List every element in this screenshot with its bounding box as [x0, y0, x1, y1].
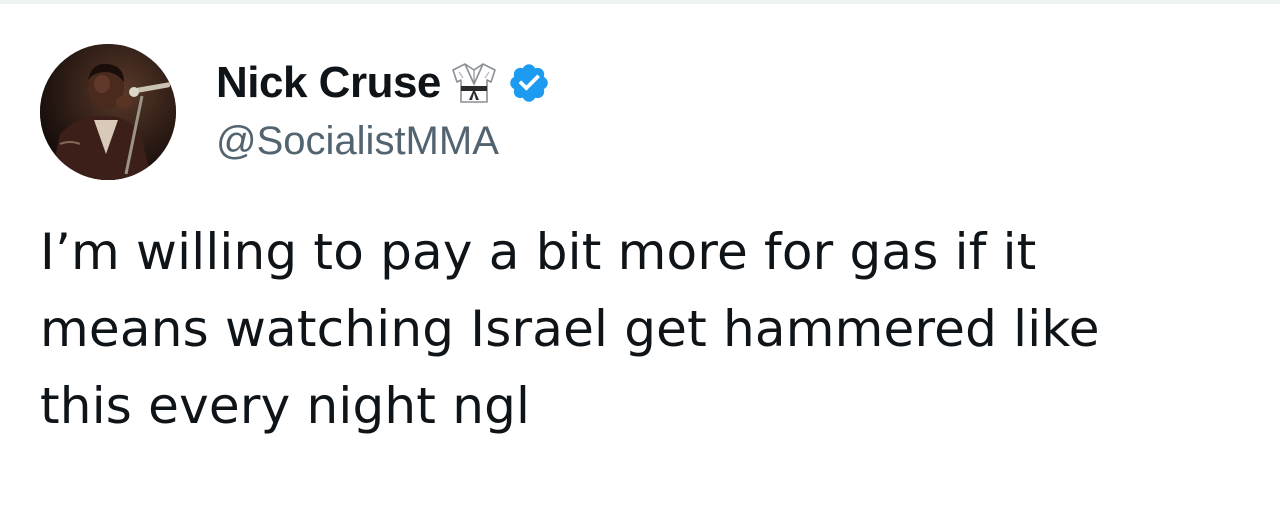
tweet-text-line: this every night ngl	[40, 377, 531, 435]
avatar[interactable]	[40, 44, 176, 180]
tweet-card: Nick Cruse @SocialistMMA I’m willing to …	[0, 0, 1280, 512]
martial-arts-uniform-icon	[449, 60, 499, 106]
name-row: Nick Cruse	[216, 58, 551, 108]
verified-badge-icon	[507, 61, 551, 105]
tweet-text-line: I’m willing to pay a bit more for gas if…	[40, 223, 1037, 281]
avatar-photo	[40, 44, 176, 180]
display-name[interactable]: Nick Cruse	[216, 58, 441, 108]
author-info: Nick Cruse @SocialistMMA	[216, 58, 551, 164]
top-divider	[0, 0, 1280, 4]
tweet-text-line: means watching Israel get hammered like	[40, 300, 1100, 358]
author-handle[interactable]: @SocialistMMA	[216, 118, 551, 164]
tweet-text: I’m willing to pay a bit more for gas if…	[40, 214, 1240, 445]
